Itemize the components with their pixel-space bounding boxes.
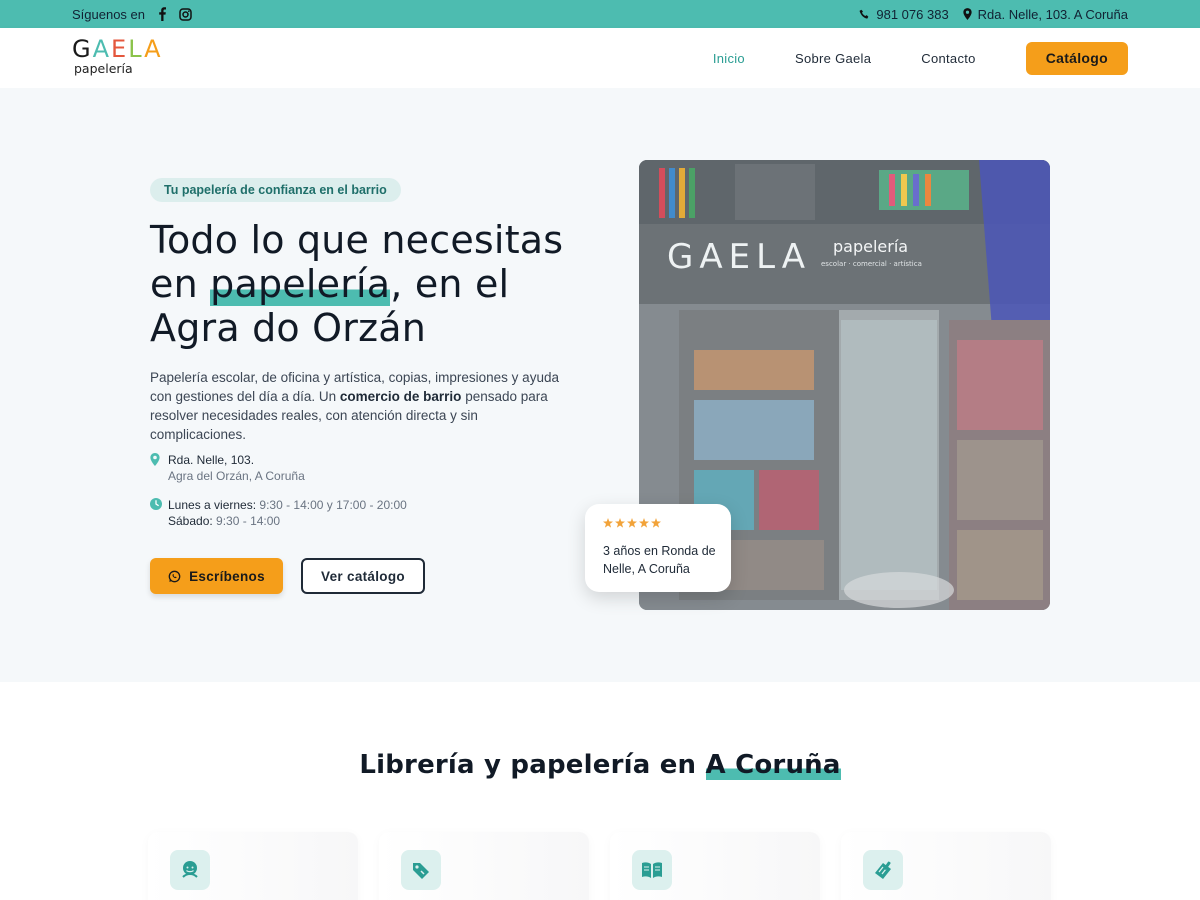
hero-badge: Tu papelería de confianza en el barrio — [150, 178, 401, 202]
follow-label: Síguenos en — [72, 6, 146, 22]
feature-card-2 — [379, 832, 589, 900]
hero-title: Todo lo que necesitas en papelería, en e… — [150, 218, 610, 350]
hours-weekday-label: Lunes a viernes: — [168, 498, 257, 512]
feature-card-1 — [148, 832, 358, 900]
hours-saturday-label: Sábado: — [168, 514, 213, 528]
phone-number: 981 076 383 — [876, 6, 949, 22]
star-icon — [627, 518, 637, 528]
section-title-highlight: A Coruña — [705, 750, 841, 780]
social-links: Síguenos en — [72, 0, 192, 28]
top-info-bar: Síguenos en 981 076 383 Rda. Nelle, 103.… — [0, 0, 1200, 28]
open-book-icon — [632, 850, 672, 890]
address-line-2: Agra del Orzán, A Coruña — [168, 469, 305, 483]
hours-saturday-value: 9:30 - 14:00 — [212, 514, 281, 528]
logo-subtitle: papelería — [74, 61, 133, 76]
main-nav: Inicio Sobre Gaela Contacto Catálogo — [713, 42, 1128, 75]
logo-wordmark: GAELA — [72, 35, 163, 63]
section-title-part1: Librería y papelería en — [359, 750, 706, 780]
section-title: Librería y papelería en A Coruña — [0, 750, 1200, 780]
clock-icon — [150, 498, 162, 514]
years-card: 3 años en Ronda de Nelle, A Coruña — [585, 504, 731, 592]
nav-contacto[interactable]: Contacto — [921, 51, 975, 66]
whatsapp-icon — [168, 570, 181, 582]
main-header: GAELA papelería Inicio Sobre Gaela Conta… — [0, 28, 1200, 88]
hours-weekday: Lunes a viernes: 9:30 - 14:00 y 17:00 - … — [168, 497, 450, 513]
hero-title-highlight: papelería — [210, 262, 391, 306]
view-catalog-label: Ver catálogo — [321, 568, 405, 584]
support-chat-icon — [170, 850, 210, 890]
hero-description: Papelería escolar, de oficina y artístic… — [150, 368, 570, 444]
hero-address: Rda. Nelle, 103. Agra del Orzán, A Coruñ… — [150, 452, 450, 484]
address-link[interactable]: Rda. Nelle, 103. A Coruña — [963, 7, 1128, 22]
star-icon — [615, 518, 625, 528]
rating-stars — [603, 518, 731, 530]
feature-card-3 — [610, 832, 820, 900]
location-pin-icon — [963, 8, 972, 20]
instagram-icon[interactable] — [179, 7, 192, 21]
photo-sign-text: papelería — [833, 237, 908, 256]
hours-saturday: Sábado: 9:30 - 14:00 — [168, 513, 450, 529]
location-pin-icon — [150, 453, 160, 470]
nav-inicio[interactable]: Inicio — [713, 51, 745, 66]
school-supplies-icon — [863, 850, 903, 890]
address-line-1: Rda. Nelle, 103. — [168, 453, 255, 467]
contact-info: 981 076 383 Rda. Nelle, 103. A Coruña — [859, 0, 1128, 28]
nav-sobre-gaela[interactable]: Sobre Gaela — [795, 51, 871, 66]
star-icon — [639, 518, 649, 528]
hero-section: Tu papelería de confianza en el barrio T… — [0, 88, 1200, 682]
photo-sign-subtitle: escolar · comercial · artística — [821, 260, 922, 268]
gaela-logo[interactable]: GAELA papelería — [72, 35, 163, 82]
view-catalog-button[interactable]: Ver catálogo — [301, 558, 425, 594]
years-card-text: 3 años en Ronda de Nelle, A Coruña — [603, 544, 716, 576]
whatsapp-button-label: Escríbenos — [189, 568, 265, 584]
hours-weekday-value: 9:30 - 14:00 y 17:00 - 20:00 — [256, 498, 407, 512]
catalog-button[interactable]: Catálogo — [1025, 42, 1128, 75]
facebook-icon[interactable] — [157, 7, 167, 21]
phone-link[interactable]: 981 076 383 — [859, 6, 949, 22]
star-icon — [651, 518, 661, 528]
svg-text:GAELA: GAELA — [667, 237, 811, 277]
phone-icon — [859, 9, 869, 19]
address-text: Rda. Nelle, 103. A Coruña — [977, 6, 1128, 22]
lead-bold: comercio de barrio — [339, 389, 462, 404]
star-icon — [603, 518, 613, 528]
feature-card-4 — [841, 832, 1051, 900]
whatsapp-contact-button[interactable]: Escríbenos — [150, 558, 283, 594]
hero-hours: Lunes a viernes: 9:30 - 14:00 y 17:00 - … — [150, 497, 450, 529]
price-tag-icon — [401, 850, 441, 890]
